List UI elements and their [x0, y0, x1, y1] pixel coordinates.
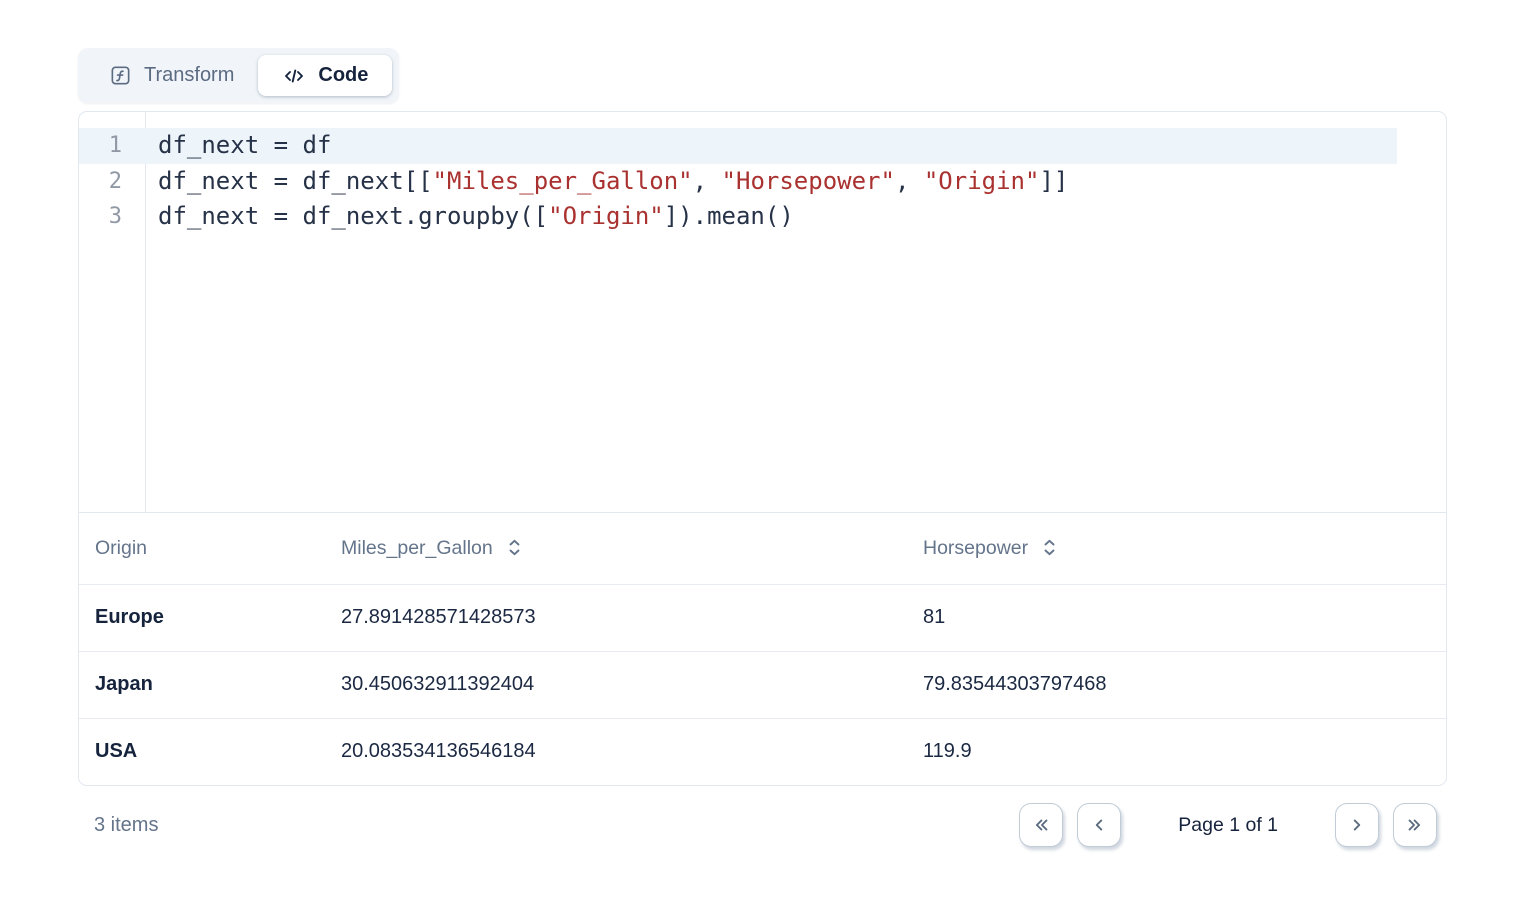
pagination: Page 1 of 1 — [1019, 803, 1437, 847]
tab-code[interactable]: Code — [258, 55, 392, 96]
value-cell: 119.9 — [907, 718, 1446, 785]
first-page-button[interactable] — [1019, 803, 1063, 847]
table-row: Europe27.89142857142857381 — [79, 584, 1446, 651]
sort-icon[interactable] — [1042, 538, 1057, 557]
value-cell: 27.891428571428573 — [325, 584, 907, 651]
code-text: df_next = df — [145, 128, 331, 164]
value-cell: 81 — [907, 584, 1446, 651]
column-header-miles_per_gallon[interactable]: Miles_per_Gallon — [325, 513, 907, 584]
tab-transform-label: Transform — [144, 64, 234, 87]
column-header-origin: Origin — [79, 513, 325, 584]
chevron-right-icon — [1346, 814, 1368, 836]
value-cell: 79.83544303797468 — [907, 651, 1446, 718]
line-number: 1 — [79, 128, 145, 164]
value-cell: 30.450632911392404 — [325, 651, 907, 718]
column-label: Origin — [95, 537, 147, 559]
chevrons-left-icon — [1030, 814, 1052, 836]
result-table: Origin Miles_per_Gallon Horsepower Europe… — [79, 513, 1446, 785]
table-footer: 3 items Page 1 of 1 — [78, 786, 1447, 847]
function-icon — [109, 64, 132, 87]
code-text: df_next = df_next[["Miles_per_Gallon", "… — [145, 164, 1068, 200]
table-row: Japan30.45063291139240479.83544303797468 — [79, 651, 1446, 718]
last-page-button[interactable] — [1393, 803, 1437, 847]
code-text: df_next = df_next.groupby(["Origin"]).me… — [145, 199, 794, 235]
code-editor[interactable]: 1df_next = df2df_next = df_next[["Miles_… — [79, 112, 1446, 513]
table-row: USA20.083534136546184119.9 — [79, 718, 1446, 785]
page-indicator: Page 1 of 1 — [1178, 814, 1278, 837]
code-and-results-panel: 1df_next = df2df_next = df_next[["Miles_… — [78, 111, 1447, 786]
next-page-button[interactable] — [1335, 803, 1379, 847]
line-number: 3 — [79, 199, 145, 235]
row-label-cell: USA — [79, 718, 325, 785]
transform-code-view: Transform Code 1df_next = df2df_next = d… — [0, 0, 1447, 847]
code-line[interactable]: 1df_next = df — [79, 128, 1446, 164]
items-count: 3 items — [94, 814, 158, 837]
line-number: 2 — [79, 164, 145, 200]
sort-icon[interactable] — [507, 538, 522, 557]
code-icon — [282, 64, 306, 88]
column-label: Miles_per_Gallon — [341, 537, 493, 559]
chevrons-right-icon — [1404, 814, 1426, 836]
table-header-row: Origin Miles_per_Gallon Horsepower — [79, 513, 1446, 584]
column-label: Horsepower — [923, 537, 1028, 559]
value-cell: 20.083534136546184 — [325, 718, 907, 785]
chevron-left-icon — [1088, 814, 1110, 836]
row-label-cell: Japan — [79, 651, 325, 718]
tab-code-label: Code — [318, 64, 368, 87]
table-body: Europe27.89142857142857381Japan30.450632… — [79, 584, 1446, 785]
view-switcher: Transform Code — [78, 48, 399, 103]
row-label-cell: Europe — [79, 584, 325, 651]
code-line[interactable]: 3df_next = df_next.groupby(["Origin"]).m… — [79, 199, 1446, 235]
previous-page-button[interactable] — [1077, 803, 1121, 847]
column-header-horsepower[interactable]: Horsepower — [907, 513, 1446, 584]
tab-transform[interactable]: Transform — [85, 55, 258, 96]
code-line[interactable]: 2df_next = df_next[["Miles_per_Gallon", … — [79, 164, 1446, 200]
